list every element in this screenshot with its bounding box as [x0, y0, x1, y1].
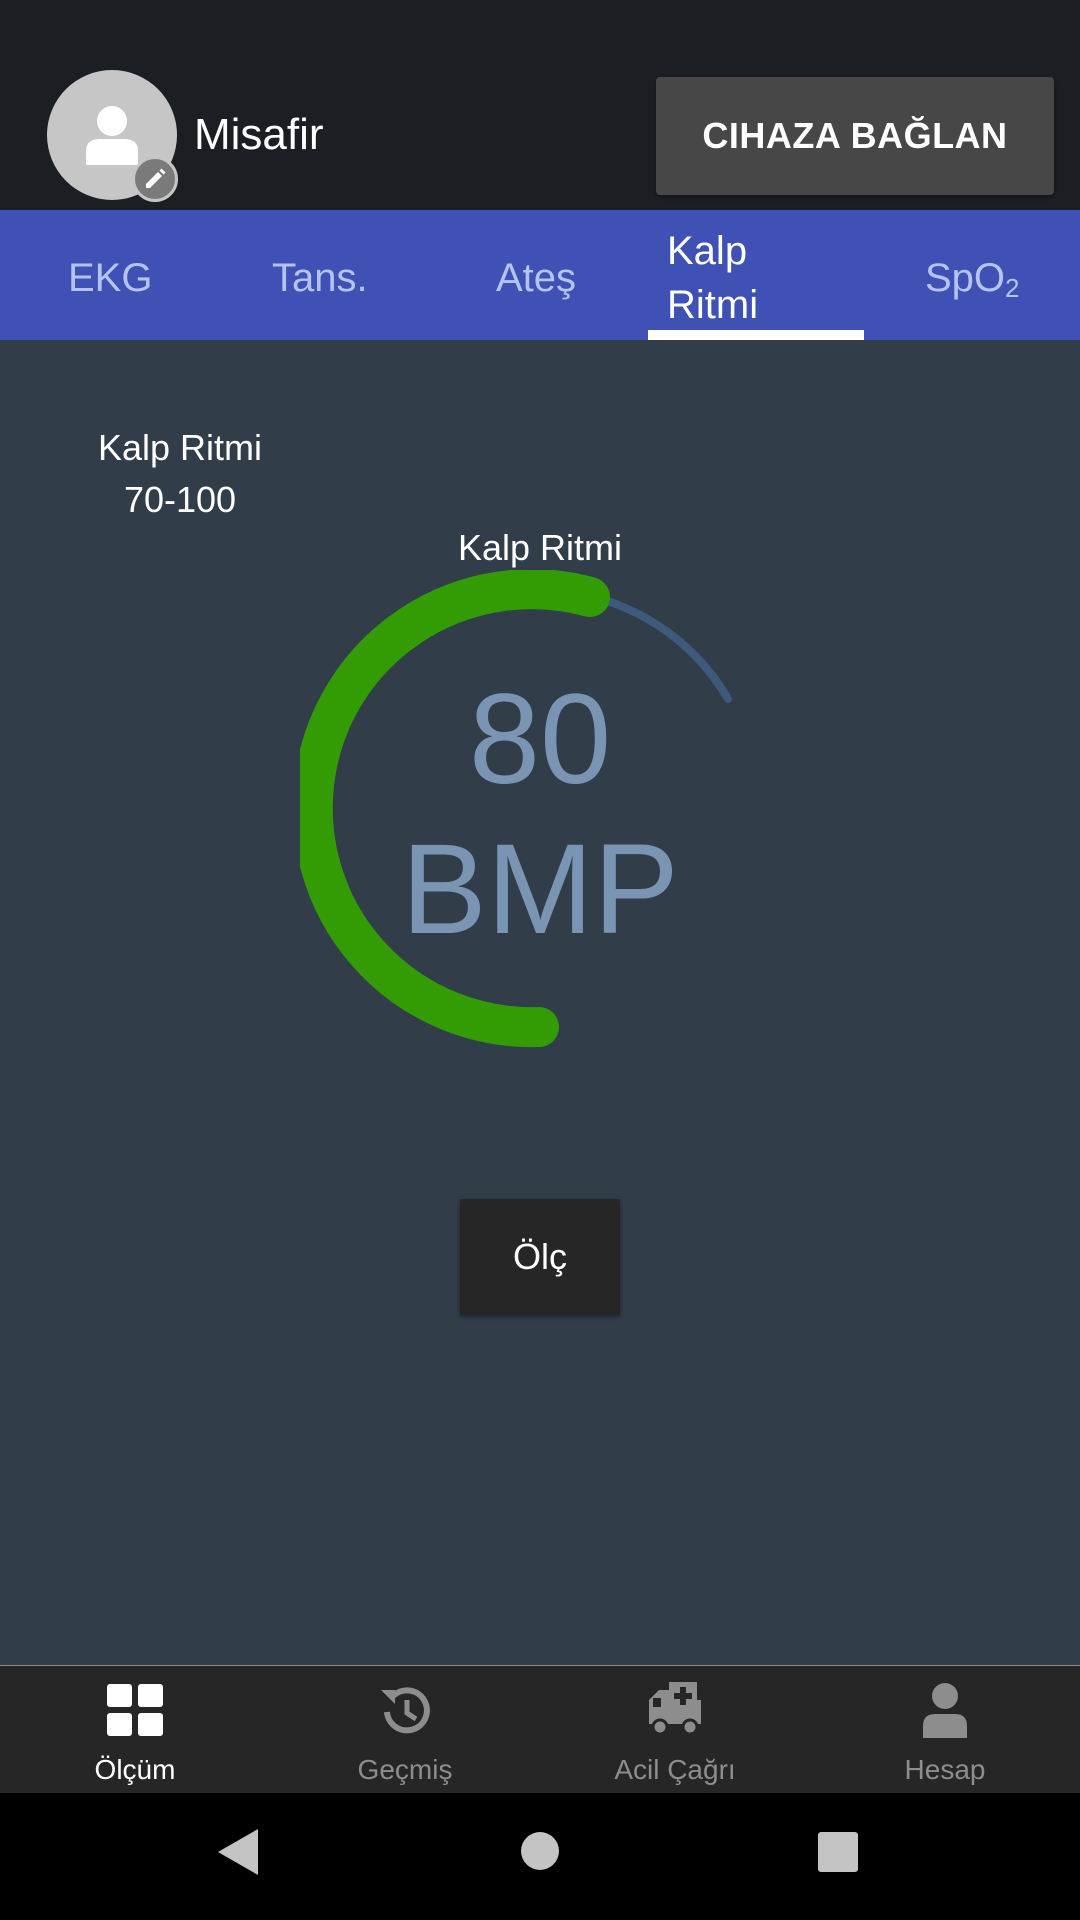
ambulance-icon — [649, 1682, 701, 1736]
home-icon[interactable] — [520, 1831, 560, 1871]
normal-range: Kalp Ritmi 70-100 — [60, 422, 300, 526]
tab-label-line1: Kalp — [667, 229, 748, 273]
nav-hesap[interactable]: Hesap — [810, 1666, 1080, 1794]
account-icon — [923, 1683, 967, 1738]
gauge-title: Kalp Ritmi — [457, 527, 623, 568]
gauge-value: 80 — [468, 668, 612, 811]
tab-spo2[interactable]: SpO2 — [925, 256, 1020, 304]
user-name: Misafir — [194, 110, 324, 159]
bottom-navigation: Ölçüm Geçmiş Acil Çağrı Hesap — [0, 1665, 1080, 1794]
gauge-unit: BMP — [401, 818, 679, 961]
connect-device-button[interactable]: CIHAZA BAĞLAN — [656, 77, 1054, 195]
range-value: 70-100 — [123, 479, 237, 520]
app-header: Misafir CIHAZA BAĞLAN — [0, 0, 1080, 210]
nav-gecmis[interactable]: Geçmiş — [270, 1666, 540, 1794]
nav-label: Hesap — [904, 1754, 986, 1785]
heart-rate-gauge — [300, 570, 732, 1048]
edit-avatar-button[interactable] — [132, 156, 178, 202]
tab-tansiyon[interactable]: Tans. — [272, 256, 368, 301]
nav-olcum[interactable]: Ölçüm — [0, 1666, 270, 1794]
nav-label: Acil Çağrı — [614, 1754, 736, 1785]
history-icon — [381, 1687, 430, 1734]
pencil-icon — [146, 168, 166, 188]
person-icon — [86, 106, 138, 165]
system-navigation-bar — [0, 1793, 1080, 1920]
measure-button[interactable]: Ölç — [460, 1199, 620, 1315]
nav-label: Geçmiş — [357, 1754, 453, 1785]
tab-ekg[interactable]: EKG — [68, 256, 152, 301]
tab-label-subscript: 2 — [1005, 273, 1020, 303]
range-title: Kalp Ritmi — [97, 427, 263, 468]
back-icon[interactable] — [216, 1827, 260, 1877]
dashboard-icon — [107, 1684, 163, 1736]
recents-icon[interactable] — [817, 1831, 859, 1873]
tab-label-main: SpO — [925, 256, 1006, 300]
tab-kalp-ritmi[interactable]: Kalp Ritmi — [667, 224, 758, 332]
active-tab-indicator — [648, 330, 864, 340]
measurement-tabs: EKG Tans. Ateş Kalp Ritmi SpO2 — [0, 210, 1080, 340]
nav-label: Ölçüm — [94, 1754, 176, 1785]
tab-ates[interactable]: Ateş — [496, 256, 576, 301]
tab-label-line2: Ritmi — [667, 283, 759, 327]
nav-acil-cagri[interactable]: Acil Çağrı — [540, 1666, 810, 1794]
